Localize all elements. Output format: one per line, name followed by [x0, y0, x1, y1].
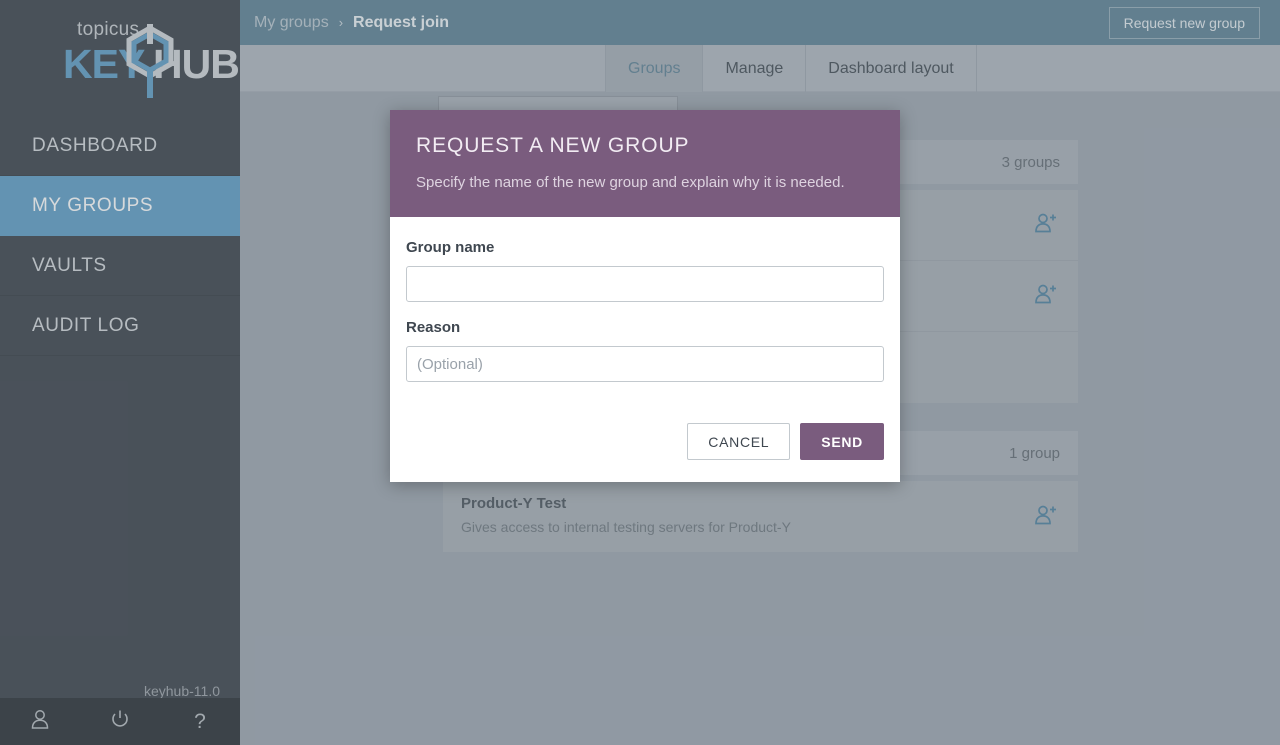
reason-field-group: Reason: [406, 319, 884, 382]
group-name-field-group: Group name: [406, 239, 884, 302]
request-new-group-dialog: REQUEST A NEW GROUP Specify the name of …: [390, 110, 900, 482]
dialog-header: REQUEST A NEW GROUP Specify the name of …: [390, 110, 900, 217]
app-root: topicus KEY HUB DASHBOARD MY GROUPS VAUL…: [0, 0, 1280, 745]
dialog-title: REQUEST A NEW GROUP: [416, 134, 690, 157]
group-name-input[interactable]: [406, 266, 884, 302]
group-name-label: Group name: [406, 239, 495, 256]
dialog-actions: CANCEL SEND: [390, 409, 900, 482]
dialog-subtitle: Specify the name of the new group and ex…: [416, 174, 845, 191]
send-button[interactable]: SEND: [800, 423, 884, 460]
cancel-button[interactable]: CANCEL: [687, 423, 791, 460]
dialog-body: Group name Reason: [390, 217, 900, 409]
reason-input[interactable]: [406, 346, 884, 382]
reason-label: Reason: [406, 319, 461, 336]
